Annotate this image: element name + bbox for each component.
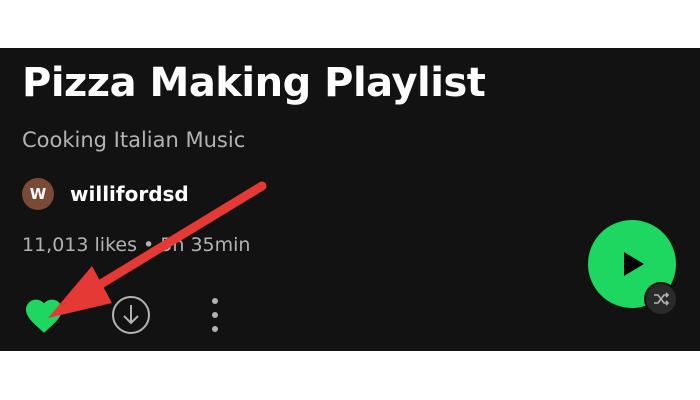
- shuffle-button[interactable]: [644, 282, 678, 316]
- more-options-button[interactable]: [203, 294, 227, 336]
- owner-row: W willifordsd: [22, 178, 189, 210]
- owner-name-link[interactable]: willifordsd: [70, 182, 189, 206]
- like-button[interactable]: [22, 296, 66, 336]
- shuffle-icon: [654, 292, 670, 306]
- playlist-title: Pizza Making Playlist: [22, 60, 486, 106]
- download-icon: [112, 296, 150, 334]
- playlist-description: Cooking Italian Music: [22, 128, 246, 152]
- heart-icon: [26, 299, 62, 333]
- play-icon: [624, 252, 644, 276]
- avatar[interactable]: W: [22, 178, 54, 210]
- download-button[interactable]: [110, 294, 152, 336]
- playlist-stats: 11,013 likes • 5h 35min: [22, 234, 251, 256]
- playlist-header: Pizza Making Playlist Cooking Italian Mu…: [0, 48, 700, 351]
- more-options-icon: [212, 298, 218, 332]
